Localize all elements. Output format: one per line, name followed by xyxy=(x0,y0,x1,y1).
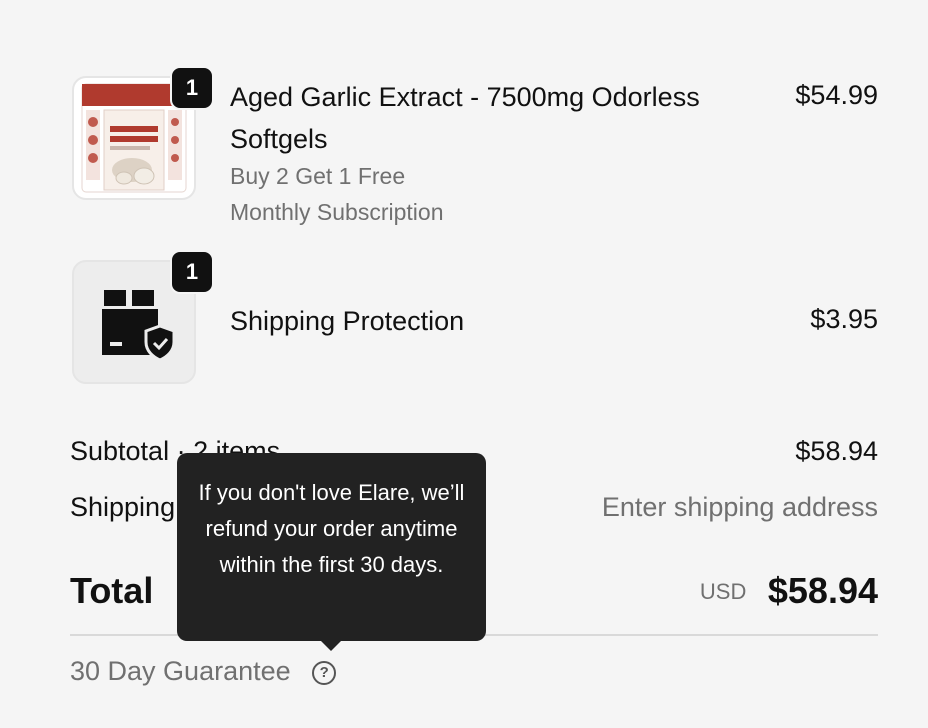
total-value: $58.94 xyxy=(767,570,878,611)
quantity-badge: 1 xyxy=(170,250,214,294)
product-price: $3.95 xyxy=(810,304,878,334)
product-variant: Buy 2 Get 1 Free xyxy=(230,163,406,189)
product-price: $54.99 xyxy=(795,80,878,110)
guarantee-label: 30 Day Guarantee xyxy=(70,656,291,686)
guarantee-tooltip: If you don't love Elare, we’ll refund yo… xyxy=(177,453,486,651)
product-plan: Monthly Subscription xyxy=(230,199,444,225)
currency-code: USD xyxy=(699,579,747,604)
line-item-shipping-protection: 1 Shipping Protection $3.95 xyxy=(72,250,878,386)
shipping-value: Enter shipping address xyxy=(601,492,878,522)
help-icon[interactable]: ? xyxy=(312,660,337,685)
total-label: Total xyxy=(70,570,154,611)
quantity-badge: 1 xyxy=(170,66,214,110)
product-name: Aged Garlic Extract - 7500mg Odorless So… xyxy=(230,82,700,154)
product-name: Shipping Protection xyxy=(230,306,465,336)
shipping-label: Shipping xyxy=(70,492,176,522)
line-item-garlic: 1 Aged Garlic Extract - 7500mg Odorless … xyxy=(72,66,878,226)
subtotal-value: $58.94 xyxy=(795,436,878,466)
